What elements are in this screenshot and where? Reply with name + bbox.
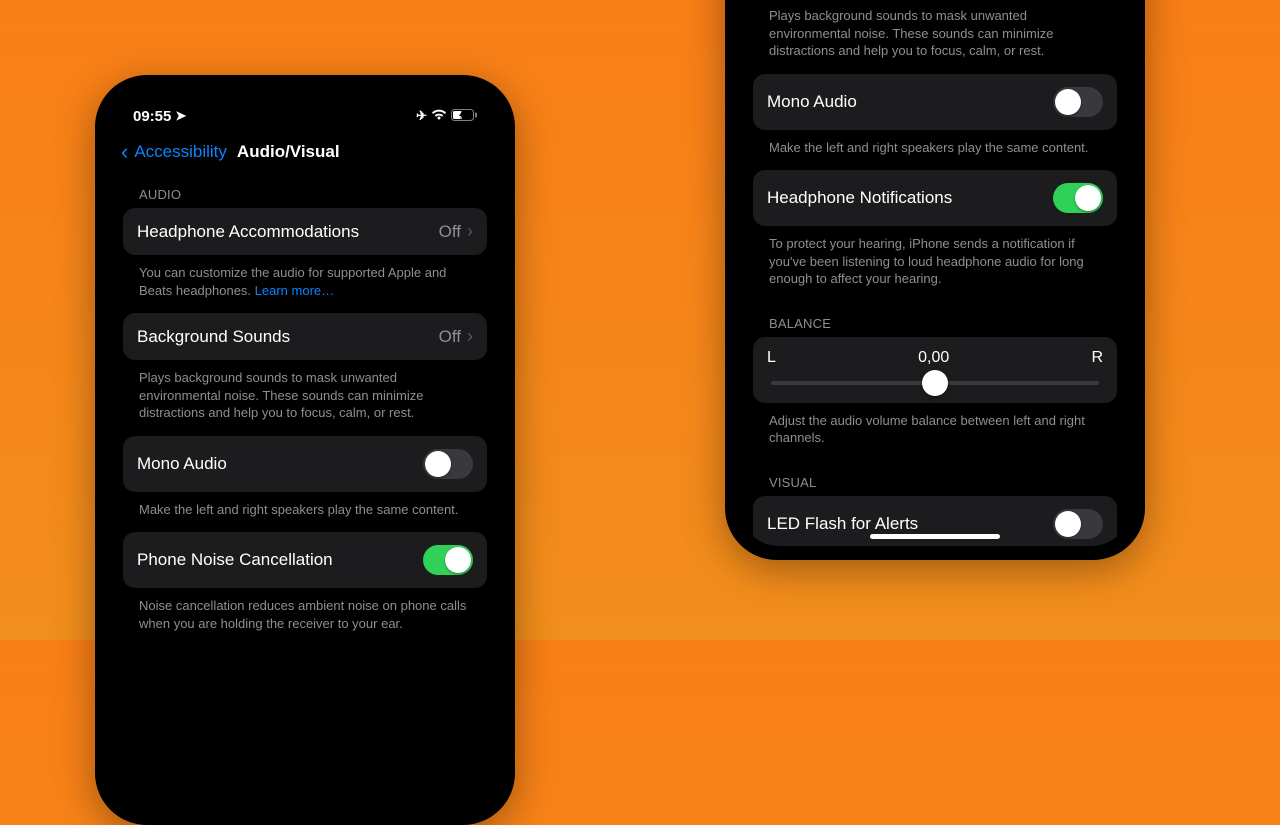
- cell-footer: Plays background sounds to mask unwanted…: [753, 4, 1117, 74]
- cell-headphone-accommodations[interactable]: Headphone Accommodations Off ›: [123, 208, 487, 255]
- balance-left-label: L: [767, 349, 776, 367]
- cell-footer: Adjust the audio volume balance between …: [753, 409, 1117, 461]
- notch: [215, 89, 395, 117]
- screen-right: Plays background sounds to mask unwanted…: [739, 0, 1131, 546]
- section-header-audio: AUDIO: [123, 173, 487, 208]
- toggle-mono-audio[interactable]: [423, 449, 473, 479]
- cell-background-sounds[interactable]: Background Sounds Off ›: [123, 313, 487, 360]
- toggle-noise-cancellation[interactable]: [423, 545, 473, 575]
- balance-value: 0,00: [776, 349, 1092, 367]
- chevron-right-icon: ›: [467, 221, 473, 242]
- cell-value: Off: [439, 222, 461, 242]
- back-button[interactable]: Accessibility: [134, 142, 227, 162]
- toggle-led-flash[interactable]: [1053, 509, 1103, 539]
- balance-right-label: R: [1091, 349, 1103, 367]
- cell-label: Headphone Accommodations: [137, 222, 359, 242]
- cell-label: Phone Noise Cancellation: [137, 550, 333, 570]
- slider-thumb[interactable]: [922, 370, 948, 396]
- location-icon: ➤: [175, 108, 186, 124]
- cell-footer: You can customize the audio for supporte…: [123, 261, 487, 313]
- wifi-icon: [431, 109, 447, 124]
- cell-label: Background Sounds: [137, 327, 290, 347]
- cell-footer: Make the left and right speakers play th…: [123, 498, 487, 533]
- toggle-mono-audio[interactable]: [1053, 87, 1103, 117]
- cell-label: Mono Audio: [137, 454, 227, 474]
- chevron-right-icon: ›: [467, 326, 473, 347]
- cell-value: Off: [439, 327, 461, 347]
- cell-label: LED Flash for Alerts: [767, 514, 918, 534]
- screen-left: 09:55 ➤ ✈︎ ‹ Accessibility Audio/Visual …: [109, 89, 501, 811]
- cell-footer: Noise cancellation reduces ambient noise…: [123, 594, 487, 646]
- section-header-visual: VISUAL: [753, 461, 1117, 496]
- cell-label: Headphone Notifications: [767, 188, 952, 208]
- cell-footer: Plays background sounds to mask unwanted…: [123, 366, 487, 436]
- cell-mono-audio: Mono Audio: [753, 74, 1117, 130]
- status-time: 09:55: [133, 108, 171, 125]
- phone-right: Plays background sounds to mask unwanted…: [725, 0, 1145, 560]
- cell-footer: Make the left and right speakers play th…: [753, 136, 1117, 171]
- toggle-headphone-notifications[interactable]: [1053, 183, 1103, 213]
- phone-left: 09:55 ➤ ✈︎ ‹ Accessibility Audio/Visual …: [95, 75, 515, 825]
- airplane-icon: ✈︎: [416, 108, 427, 124]
- learn-more-link[interactable]: Learn more…: [255, 283, 334, 298]
- balance-slider[interactable]: [771, 381, 1099, 385]
- chevron-back-icon[interactable]: ‹: [121, 141, 128, 163]
- cell-label: Mono Audio: [767, 92, 857, 112]
- cell-headphone-notifications: Headphone Notifications: [753, 170, 1117, 226]
- cell-mono-audio: Mono Audio: [123, 436, 487, 492]
- nav-bar: ‹ Accessibility Audio/Visual: [109, 133, 501, 173]
- cell-balance: L 0,00 R: [753, 337, 1117, 403]
- battery-icon: [451, 109, 477, 124]
- page-title: Audio/Visual: [237, 142, 340, 162]
- home-indicator[interactable]: [870, 534, 1000, 539]
- section-header-balance: BALANCE: [753, 302, 1117, 337]
- cell-footer: To protect your hearing, iPhone sends a …: [753, 232, 1117, 302]
- cell-phone-noise-cancellation: Phone Noise Cancellation: [123, 532, 487, 588]
